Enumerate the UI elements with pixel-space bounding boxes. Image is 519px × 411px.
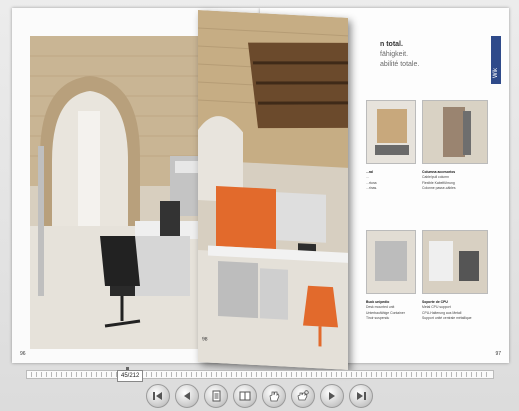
turning-page-number: 98	[202, 336, 208, 343]
left-page-number: 96	[20, 351, 26, 357]
section-tab-label: Wik	[493, 68, 499, 78]
pages-icon	[239, 391, 251, 401]
next-page-button[interactable]	[320, 384, 344, 408]
caption-block: Soporte de CPU Metal CPU support CPU-Hal…	[422, 300, 494, 322]
caption-line: Tiroir suspendu	[366, 316, 390, 321]
book-spread: 96 Wik n total. fähigkeit. abilité total…	[12, 8, 509, 370]
product-thumbnail[interactable]	[422, 100, 488, 164]
turning-page[interactable]: 98	[198, 10, 348, 370]
flipbook-viewer: 96 Wik n total. fähigkeit. abilité total…	[0, 0, 519, 411]
double-page-view-button[interactable]	[233, 384, 257, 408]
section-tab[interactable]: Wik	[491, 36, 501, 84]
caption-line: Support unité centrale métallique	[422, 316, 472, 321]
caption-line: Flexible Kabelführung	[422, 180, 455, 185]
skip-to-last-icon	[357, 392, 366, 400]
caption-title: ...ral	[366, 170, 373, 174]
next-icon	[329, 392, 335, 400]
page-icon	[212, 390, 221, 402]
caption-line: CPU-Halterung aus Metall	[422, 310, 462, 315]
headline-line-1: n total.	[380, 41, 403, 48]
previous-page-button[interactable]	[175, 384, 199, 408]
product-thumbnail[interactable]	[366, 230, 416, 294]
page-scrubber[interactable]	[26, 367, 494, 381]
caption-line: Colonne passe-câbles	[422, 186, 456, 191]
caption-line: Desk mounted unit	[366, 305, 395, 310]
caption-block: Columna accesorios Cable/pull column Fle…	[422, 170, 492, 192]
caption-block: Buck unipedio Desk mounted unit Unterbau…	[366, 300, 420, 322]
hand-icon	[269, 391, 280, 402]
page-indicator: 45/212	[117, 370, 144, 382]
first-page-button[interactable]	[146, 384, 170, 408]
headline-line-2: fähigkeit.	[380, 50, 409, 58]
caption-block: ...ral ... ...rtuna ...rinas.	[366, 170, 414, 192]
single-page-view-button[interactable]	[204, 384, 228, 408]
scrubber-ticks	[31, 372, 489, 377]
product-thumbnail[interactable]	[422, 230, 488, 294]
caption-line: Metal CPU support	[422, 305, 451, 310]
headline: n total. fähigkeit. abilité totale.	[380, 40, 419, 69]
caption-line: ...rinas.	[366, 186, 378, 191]
caption-line: ...rtuna	[366, 180, 377, 185]
hand-zoom-icon	[297, 390, 309, 401]
navigation-toolbar	[146, 384, 376, 408]
caption-line: ...	[366, 175, 369, 180]
zoom-in-button[interactable]	[291, 384, 315, 408]
previous-icon	[184, 392, 190, 400]
zoom-out-button[interactable]	[262, 384, 286, 408]
caption-line: Unterbaufähige Container	[366, 310, 405, 315]
caption-line: Cable/pull column	[422, 175, 449, 180]
last-page-button[interactable]	[349, 384, 373, 408]
right-page-number: 97	[495, 351, 501, 357]
skip-to-first-icon	[153, 392, 162, 400]
headline-line-3: abilité totale.	[380, 60, 420, 68]
product-thumbnail[interactable]	[366, 100, 416, 164]
